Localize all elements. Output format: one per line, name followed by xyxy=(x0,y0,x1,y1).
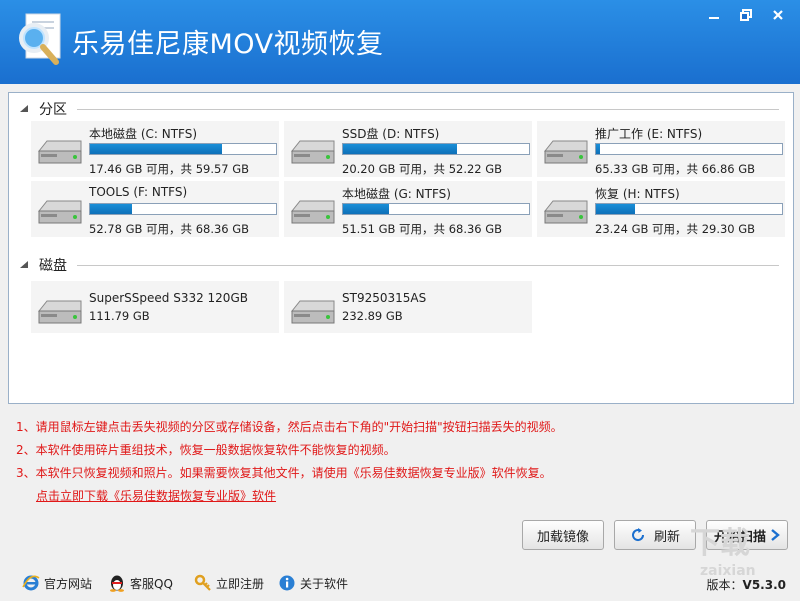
usage-progress-bar xyxy=(89,203,277,215)
partition-name: 推广工作 (E: NTFS) xyxy=(595,127,703,141)
note-3: 3、本软件只恢复视频和照片。如果需要恢复其他文件，请使用《乐易佳数据恢复专业版》… xyxy=(16,466,552,480)
customer-qq-link[interactable]: 客服QQ xyxy=(108,574,173,592)
minimize-icon xyxy=(709,17,719,19)
usage-progress-bar xyxy=(595,203,783,215)
usage-progress-bar xyxy=(89,143,277,155)
partition-capacity: 65.33 GB 可用，共 66.86 GB xyxy=(595,162,756,176)
partition-tile[interactable]: 本地磁盘 (C: NTFS) 17.46 GB 可用，共 59.57 GB xyxy=(31,121,279,177)
partition-capacity: 23.24 GB 可用，共 29.30 GB xyxy=(595,222,756,236)
partition-name: 本地磁盘 (C: NTFS) xyxy=(89,127,198,141)
disk-name: SuperSSpeed S332 120GB xyxy=(89,291,248,305)
qq-label: 客服QQ xyxy=(130,576,173,591)
partition-section-label: 分区 xyxy=(39,102,67,118)
hard-drive-icon xyxy=(290,300,335,324)
partition-capacity: 20.20 GB 可用，共 52.22 GB xyxy=(342,162,503,176)
about-label: 关于软件 xyxy=(300,576,349,591)
usage-progress-bar xyxy=(342,203,530,215)
usage-progress-bar xyxy=(595,143,783,155)
partition-name: 本地磁盘 (G: NTFS) xyxy=(342,187,451,201)
usage-progress-bar xyxy=(342,143,530,155)
qq-penguin-icon xyxy=(110,575,124,592)
usage-fill xyxy=(90,144,222,154)
instructions: 1、请用鼠标左键点击丢失视频的分区或存储设备，然后点击右下角的"开始扫描"按钮扫… xyxy=(16,418,563,510)
refresh-button[interactable]: 刷新 xyxy=(614,520,696,550)
chevron-right-icon xyxy=(771,529,780,541)
partition-name: SSD盘 (D: NTFS) xyxy=(342,127,440,141)
disk-name: ST9250315AS xyxy=(342,291,427,305)
restore-icon xyxy=(740,9,752,21)
partition-name: 恢复 (H: NTFS) xyxy=(595,187,680,201)
ie-browser-icon xyxy=(22,575,40,591)
collapse-triangle-icon xyxy=(20,261,28,268)
refresh-label: 刷新 xyxy=(653,529,680,545)
hard-drive-icon xyxy=(37,300,82,324)
register-link[interactable]: 立即注册 xyxy=(194,574,264,592)
download-pro-link[interactable]: 点击立即下载《乐易佳数据恢复专业版》软件 xyxy=(36,489,276,503)
partition-tile[interactable]: TOOLS (F: NTFS) 52.78 GB 可用，共 68.36 GB xyxy=(31,181,279,237)
partition-capacity: 51.51 GB 可用，共 68.36 GB xyxy=(342,222,503,236)
usage-fill xyxy=(596,204,635,214)
load-image-label: 加载镜像 xyxy=(536,529,589,545)
disk-capacity: 232.89 GB xyxy=(342,309,403,323)
partition-tile[interactable]: 恢复 (H: NTFS) 23.24 GB 可用，共 29.30 GB xyxy=(537,181,785,237)
info-icon xyxy=(279,575,295,591)
app-title: 乐易佳尼康MOV视频恢复 xyxy=(72,29,384,60)
hard-drive-icon xyxy=(37,200,82,224)
note-1: 1、请用鼠标左键点击丢失视频的分区或存储设备，然后点击右下角的"开始扫描"按钮扫… xyxy=(16,420,563,434)
close-icon xyxy=(773,10,783,20)
key-icon xyxy=(194,574,211,591)
usage-fill xyxy=(343,144,458,154)
disk-tile[interactable]: ST9250315AS 232.89 GB xyxy=(284,281,532,333)
website-link[interactable]: 官方网站 xyxy=(22,574,92,592)
hard-drive-icon xyxy=(543,200,588,224)
partition-tile[interactable]: 推广工作 (E: NTFS) 65.33 GB 可用，共 66.86 GB xyxy=(537,121,785,177)
disk-section-label: 磁盘 xyxy=(39,258,67,274)
partition-name: TOOLS (F: NTFS) xyxy=(89,185,188,199)
restore-button[interactable] xyxy=(732,6,760,24)
usage-fill xyxy=(343,204,389,214)
load-image-button[interactable]: 加载镜像 xyxy=(522,520,604,550)
version-number: V5.3.0 xyxy=(742,578,786,592)
close-button[interactable] xyxy=(764,6,792,24)
hard-drive-icon xyxy=(37,140,82,164)
partition-tile[interactable]: SSD盘 (D: NTFS) 20.20 GB 可用，共 52.22 GB xyxy=(284,121,532,177)
title-bar: 乐易佳尼康MOV视频恢复 xyxy=(0,0,800,84)
section-divider xyxy=(77,264,779,266)
usage-fill xyxy=(90,204,133,214)
hard-drive-icon xyxy=(290,140,335,164)
disk-tile[interactable]: SuperSSpeed S332 120GB 111.79 GB xyxy=(31,281,279,333)
disk-capacity: 111.79 GB xyxy=(89,309,150,323)
svg-text:下载: 下载 xyxy=(690,526,750,561)
section-divider xyxy=(77,108,779,110)
note-2: 2、本软件使用碎片重组技术，恢复一般数据恢复软件不能恢复的视频。 xyxy=(16,443,396,457)
minimize-button[interactable] xyxy=(700,6,728,24)
magnifier-document-icon xyxy=(19,13,61,65)
hard-drive-icon xyxy=(290,200,335,224)
partition-capacity: 17.46 GB 可用，共 59.57 GB xyxy=(89,162,250,176)
hard-drive-icon xyxy=(543,140,588,164)
refresh-icon xyxy=(632,528,644,542)
register-label: 立即注册 xyxy=(216,576,265,591)
collapse-triangle-icon xyxy=(20,105,28,112)
status-bar: 官方网站 客服QQ 立即注册 关于软件 版本：V5.3.0 xyxy=(0,566,800,601)
website-label: 官方网站 xyxy=(44,576,93,591)
version-label: 版本： xyxy=(706,578,743,592)
disk-section-header[interactable]: 磁盘 xyxy=(19,255,779,275)
partition-tile[interactable]: 本地磁盘 (G: NTFS) 51.51 GB 可用，共 68.36 GB xyxy=(284,181,532,237)
partition-capacity: 52.78 GB 可用，共 68.36 GB xyxy=(89,222,250,236)
usage-fill xyxy=(596,144,601,154)
version-text: 版本：V5.3.0 xyxy=(707,576,786,593)
partition-section-header[interactable]: 分区 xyxy=(19,99,779,119)
device-panel: 分区 本地磁盘 (C: NTFS) 17.46 GB 可用，共 59.57 GB S… xyxy=(8,92,794,404)
about-link[interactable]: 关于软件 xyxy=(278,574,348,592)
